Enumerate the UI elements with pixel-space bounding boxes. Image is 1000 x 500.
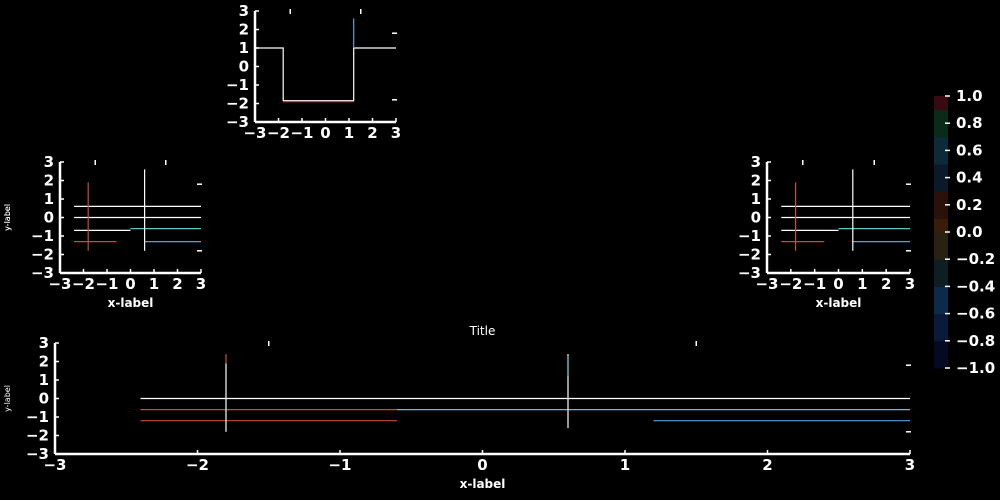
colorbar-tick-label: −0.2: [956, 250, 995, 268]
x-axis-label: x-label: [816, 296, 862, 310]
y-tick-label: 2: [751, 172, 761, 190]
colorbar-segment: [934, 272, 948, 287]
y-tick-label: −3: [31, 264, 54, 282]
y-tick-label: −3: [738, 264, 761, 282]
x-tick-label: 3: [905, 456, 915, 474]
y-tick-label: −2: [738, 246, 761, 264]
colorbar-segment: [934, 136, 948, 151]
colorbar-segment: [934, 218, 948, 233]
colorbar-segment: [934, 232, 948, 247]
y-tick-label: 0: [751, 209, 761, 227]
figure-canvas: −3 −2 −1 0 1 2 3−3−2−10123−3 −2 −1 0 1 2 3−3−2−10123…: [0, 0, 1000, 500]
chart-title: Title: [469, 324, 496, 338]
colorbar-segment: [934, 327, 948, 342]
x-tick-label: 0: [477, 456, 487, 474]
x-tick-label: 3: [196, 275, 206, 293]
y-tick-label: −1: [31, 227, 54, 245]
colorbar-tick-label: 0.2: [956, 196, 983, 214]
colorbar-segment: [934, 245, 948, 260]
colorbar-segment: [934, 204, 948, 219]
colorbar-tick-label: 0.4: [956, 169, 983, 187]
x-tick-label: 3: [391, 124, 401, 142]
x-tick-label: −1: [803, 275, 826, 293]
colorbar-tick-label: −0.4: [956, 277, 995, 295]
colorbar-tick-label: −1.0: [956, 359, 995, 377]
colorbar-segment: [934, 259, 948, 274]
colorbar-segment: [934, 177, 948, 192]
colorbar-tick-label: 1.0: [956, 87, 983, 105]
x-tick-label: −1: [95, 275, 118, 293]
x-tick-label: 1: [620, 456, 630, 474]
figure-background: [0, 0, 1000, 500]
y-tick-label: −2: [226, 95, 249, 113]
x-tick-label: −1: [290, 124, 313, 142]
colorbar-segment: [934, 286, 948, 301]
y-tick-label: 3: [239, 2, 249, 20]
x-tick-label: −2: [72, 275, 95, 293]
colorbar-segment: [934, 340, 948, 355]
y-tick-label: −3: [226, 113, 249, 131]
colorbar-segment: [934, 109, 948, 124]
colorbar-tick-label: 0.8: [956, 114, 983, 132]
y-tick-label: −1: [226, 76, 249, 94]
y-tick-label: 2: [44, 172, 54, 190]
y-tick-label: 1: [239, 39, 249, 57]
y-tick-label: 2: [239, 21, 249, 39]
x-tick-label: −2: [186, 456, 209, 474]
colorbar-segment: [934, 150, 948, 165]
y-axis-label: y-label: [3, 204, 12, 231]
x-tick-label: 0: [125, 275, 135, 293]
x-tick-label: 0: [833, 275, 843, 293]
x-tick-label: −2: [267, 124, 290, 142]
colorbar-tick-label: 0.0: [956, 223, 983, 241]
y-tick-label: 1: [39, 371, 49, 389]
x-tick-label: 2: [881, 275, 891, 293]
x-tick-label: 2: [172, 275, 182, 293]
colorbar-segment: [934, 300, 948, 315]
y-tick-label: −3: [26, 445, 49, 463]
colorbar-tick-label: −0.6: [956, 305, 995, 323]
colorbar-tick-label: 0.6: [956, 141, 983, 159]
x-tick-label: 2: [762, 456, 772, 474]
y-tick-label: −1: [738, 227, 761, 245]
x-axis-label: x-label: [460, 477, 506, 491]
colorbar-segment: [934, 96, 948, 111]
colorbar-segment: [934, 164, 948, 179]
x-tick-label: 2: [367, 124, 377, 142]
x-tick-label: −2: [779, 275, 802, 293]
x-tick-label: 1: [344, 124, 354, 142]
y-tick-label: −2: [26, 427, 49, 445]
x-tick-label: −1: [328, 456, 351, 474]
x-tick-label: 1: [857, 275, 867, 293]
y-tick-label: −2: [31, 246, 54, 264]
colorbar-segment: [934, 354, 948, 369]
y-tick-label: 1: [44, 190, 54, 208]
y-axis-label: y-label: [3, 385, 12, 412]
colorbar-tick-label: −0.8: [956, 332, 995, 350]
y-tick-label: −1: [26, 408, 49, 426]
x-tick-label: 0: [320, 124, 330, 142]
y-tick-label: 1: [751, 190, 761, 208]
y-tick-label: 2: [39, 353, 49, 371]
x-tick-label: 3: [905, 275, 915, 293]
x-axis-label: x-label: [108, 296, 154, 310]
colorbar-segment: [934, 123, 948, 138]
y-tick-label: 3: [751, 153, 761, 171]
y-tick-label: 3: [44, 153, 54, 171]
colorbar-segment: [934, 313, 948, 328]
y-tick-label: 0: [39, 390, 49, 408]
colorbar-segment: [934, 191, 948, 206]
y-tick-label: 3: [39, 334, 49, 352]
y-tick-label: 0: [239, 58, 249, 76]
x-tick-label: 1: [149, 275, 159, 293]
y-tick-label: 0: [44, 209, 54, 227]
